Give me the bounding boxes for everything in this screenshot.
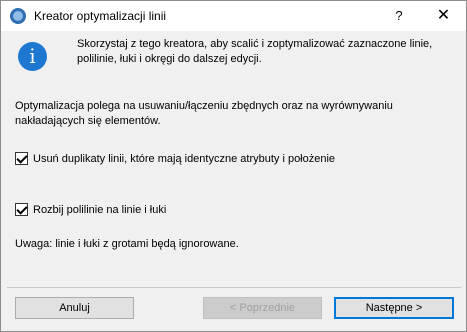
window-title: Kreator optymalizacji linii bbox=[34, 9, 167, 23]
intro-text: Skorzystaj z tego kreatora, aby scalić i… bbox=[77, 38, 433, 65]
explode-polylines-option[interactable]: Rozbij polilinie na linie i łuki bbox=[15, 203, 166, 216]
cancel-button[interactable]: Anuluj bbox=[15, 297, 134, 319]
explode-polylines-checkbox[interactable] bbox=[15, 203, 28, 216]
remove-duplicates-option[interactable]: Usuń duplikaty linii, które mają identyc… bbox=[15, 152, 335, 165]
description-text: Optymalizacja polega na usuwaniu/łączeni… bbox=[15, 100, 393, 127]
remove-duplicates-label[interactable]: Usuń duplikaty linii, które mają identyc… bbox=[33, 153, 335, 165]
dialog-window: Kreator optymalizacji linii ? ✕ i Skorzy… bbox=[0, 0, 467, 332]
separator bbox=[7, 287, 461, 288]
previous-button[interactable]: < Poprzednie bbox=[203, 297, 322, 319]
info-icon: i bbox=[18, 42, 47, 71]
next-button[interactable]: Następne > bbox=[334, 297, 454, 319]
help-button[interactable]: ? bbox=[377, 1, 421, 31]
title-bar: Kreator optymalizacji linii ? ✕ bbox=[1, 1, 466, 31]
note-text: Uwaga: linie i łuki z grotami będą ignor… bbox=[15, 238, 239, 250]
remove-duplicates-checkbox[interactable] bbox=[15, 152, 28, 165]
app-icon bbox=[10, 8, 26, 24]
explode-polylines-label[interactable]: Rozbij polilinie na linie i łuki bbox=[33, 204, 166, 216]
close-button[interactable]: ✕ bbox=[421, 1, 466, 31]
